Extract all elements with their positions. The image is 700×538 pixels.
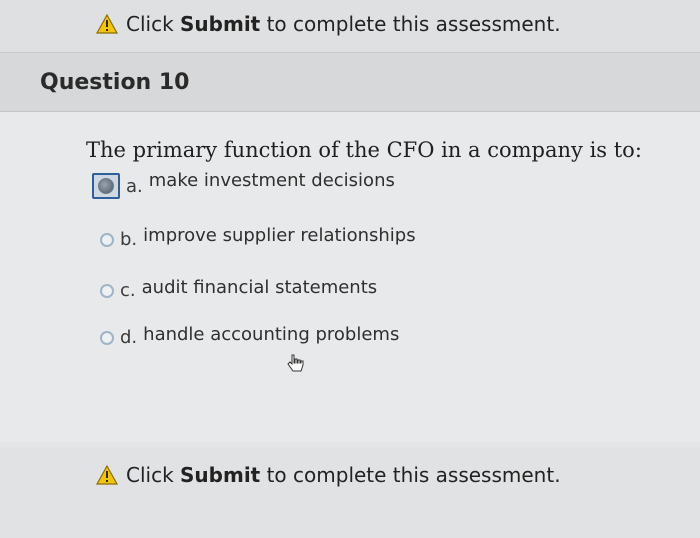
submit-keyword: Submit: [180, 12, 261, 36]
choice-letter: d.: [120, 327, 138, 348]
choice-text: handle accounting problems: [143, 324, 400, 345]
choice-text: improve supplier relationships: [143, 225, 416, 246]
warning-triangle-icon: [96, 14, 118, 34]
choice-text: make investment decisions: [148, 169, 395, 191]
radio-dot: [98, 178, 114, 194]
top-notice: Click Submit to complete this assessment…: [96, 12, 561, 36]
question-prompt: The primary function of the CFO in a com…: [86, 138, 642, 162]
submit-keyword: Submit: [180, 463, 261, 487]
question-title: Question 10: [40, 70, 190, 95]
radio-selected[interactable]: [92, 173, 120, 199]
choice-text: audit financial statements: [141, 277, 378, 298]
hand-cursor-icon: [287, 354, 304, 372]
notice-message: Click Submit to complete this assessment…: [126, 12, 561, 36]
choice-letter: a.: [126, 175, 143, 197]
radio-button[interactable]: [100, 232, 114, 247]
choice-b[interactable]: b. improve supplier relationships: [100, 225, 416, 250]
bottom-notice-bar: [0, 448, 700, 538]
bottom-notice: Click Submit to complete this assessment…: [96, 463, 561, 487]
radio-button[interactable]: [100, 283, 114, 298]
radio-button[interactable]: [100, 330, 114, 345]
choice-a[interactable]: a. make investment decisions: [92, 169, 395, 199]
choice-d[interactable]: d. handle accounting problems: [100, 324, 400, 348]
warning-triangle-icon: [96, 465, 118, 485]
choice-c[interactable]: c. audit financial statements: [100, 277, 378, 301]
choice-letter: b.: [120, 229, 138, 250]
choice-letter: c.: [120, 280, 136, 301]
notice-message: Click Submit to complete this assessment…: [126, 463, 561, 487]
